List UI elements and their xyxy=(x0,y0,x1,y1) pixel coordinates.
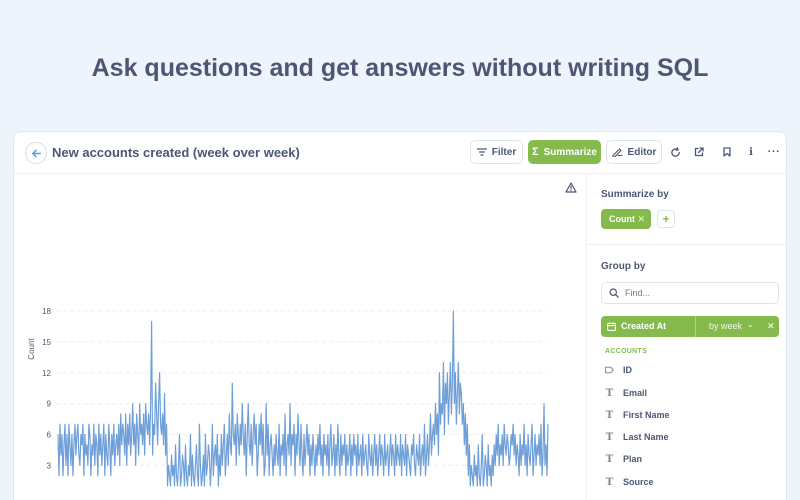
close-icon[interactable]: ✕ xyxy=(767,321,775,332)
plus-icon: + xyxy=(662,212,670,226)
chart-area: 3 6 9 12 15 18 Count xyxy=(14,174,586,500)
filter-icon xyxy=(476,148,487,156)
notebook-icon xyxy=(611,148,623,157)
group-field-label: Created At xyxy=(621,321,667,331)
field-item-first-name[interactable]: T First Name xyxy=(605,407,670,423)
text-icon: T xyxy=(605,476,614,488)
back-button[interactable] xyxy=(25,142,47,164)
field-item-source[interactable]: T Source xyxy=(605,474,654,490)
selected-group-created-at[interactable]: Created At by week ⌄ ✕ xyxy=(601,316,779,337)
editor-button[interactable]: Editor xyxy=(606,140,662,164)
calendar-icon xyxy=(607,322,616,331)
sidebar-divider xyxy=(587,244,786,245)
ellipsis-icon: ··· xyxy=(767,146,781,158)
question-card: New accounts created (week over week) Fi… xyxy=(13,131,787,500)
field-label: Plan xyxy=(623,454,643,464)
y-axis-label: Count xyxy=(27,338,36,360)
temporal-unit-selector[interactable]: by week xyxy=(709,321,742,331)
search-field[interactable] xyxy=(601,282,779,304)
text-icon: T xyxy=(605,409,614,421)
y-tick-label: 12 xyxy=(42,369,51,378)
info-button[interactable]: i xyxy=(744,145,758,159)
group-divider xyxy=(695,316,696,337)
field-label: Source xyxy=(623,477,654,487)
y-tick-label: 15 xyxy=(42,338,51,347)
question-header: New accounts created (week over week) Fi… xyxy=(14,132,786,174)
field-item-email[interactable]: T Email xyxy=(605,385,647,401)
editor-label: Editor xyxy=(627,146,657,158)
text-icon: T xyxy=(605,453,614,465)
info-icon: i xyxy=(749,146,753,158)
warning-icon xyxy=(565,182,577,193)
field-label: First Name xyxy=(623,410,670,420)
more-button[interactable]: ··· xyxy=(767,145,781,159)
page-heading: Ask questions and get answers without wr… xyxy=(91,54,709,82)
y-tick-label: 9 xyxy=(47,400,52,409)
text-icon: T xyxy=(605,387,614,399)
bookmark-icon xyxy=(723,147,731,157)
field-label: Last Name xyxy=(623,432,669,442)
field-item-plan[interactable]: T Plan xyxy=(605,451,642,467)
group-by-heading: Group by xyxy=(601,261,646,272)
line-chart: 3 6 9 12 15 18 Count xyxy=(27,182,577,487)
filter-button[interactable]: Filter xyxy=(470,140,523,164)
field-item-id[interactable]: ID xyxy=(605,362,632,378)
chevron-down-icon: ⌄ xyxy=(747,320,754,329)
text-icon: T xyxy=(605,431,614,443)
summarize-button[interactable]: Σ Summarize xyxy=(528,140,601,164)
tag-icon xyxy=(605,366,614,374)
filter-label: Filter xyxy=(491,146,517,158)
sigma-icon: Σ xyxy=(532,146,539,158)
share-icon xyxy=(694,147,704,157)
metric-label: Count xyxy=(609,214,635,224)
summarize-label: Summarize xyxy=(543,146,597,158)
share-button[interactable] xyxy=(692,145,706,159)
table-section-label: ACCOUNTS xyxy=(605,348,648,355)
question-title: New accounts created (week over week) xyxy=(52,145,300,160)
metric-pill-count[interactable]: Count ✕ xyxy=(601,209,651,229)
field-label: ID xyxy=(623,365,632,375)
add-metric-button[interactable]: + xyxy=(657,210,675,228)
series-line xyxy=(57,310,549,487)
y-tick-label: 6 xyxy=(47,431,52,440)
arrow-left-icon xyxy=(31,149,41,157)
y-tick-label: 18 xyxy=(42,307,51,316)
y-tick-label: 3 xyxy=(47,461,52,470)
search-icon xyxy=(609,288,619,298)
refresh-icon xyxy=(670,146,680,157)
close-icon[interactable]: ✕ xyxy=(637,214,645,225)
refresh-button[interactable] xyxy=(668,145,682,159)
summarize-by-heading: Summarize by xyxy=(601,189,669,200)
bookmark-button[interactable] xyxy=(720,145,734,159)
field-label: Email xyxy=(623,388,648,398)
summarize-sidebar: Summarize by Count ✕ + Group by Created … xyxy=(586,174,786,500)
field-item-last-name[interactable]: T Last Name xyxy=(605,429,669,445)
search-input[interactable] xyxy=(625,288,765,298)
